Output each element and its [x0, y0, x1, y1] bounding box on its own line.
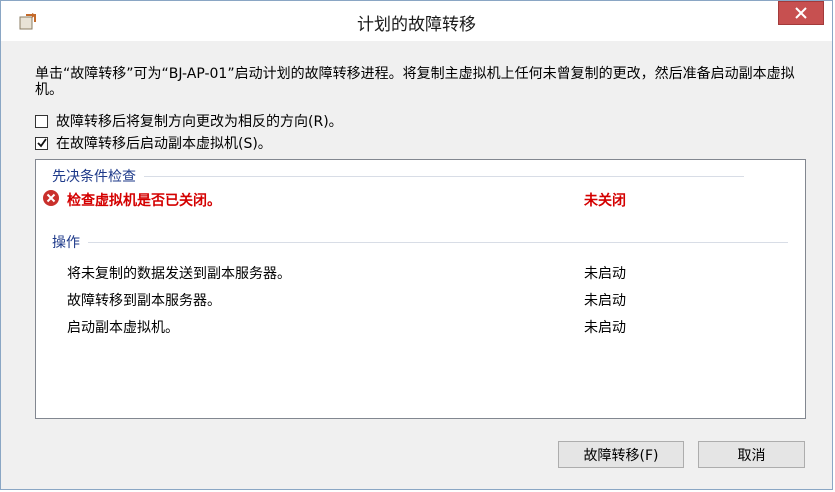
dialog-content: 单击“故障转移”可为“BJ-AP-01”启动计划的故障转移进程。将复制主虚拟机上…	[1, 41, 832, 489]
action-status: 未启动	[584, 266, 626, 282]
actions-section-header: 操作	[52, 232, 788, 252]
prereq-header-label: 先决条件检查	[52, 169, 136, 185]
prereq-section-header: 先决条件检查	[52, 166, 744, 186]
error-icon	[42, 189, 60, 207]
start-replica-checkbox[interactable]	[35, 136, 48, 150]
actions-header-label: 操作	[52, 235, 80, 251]
description-text: 单击“故障转移”可为“BJ-AP-01”启动计划的故障转移进程。将复制主虚拟机上…	[35, 66, 795, 98]
reverse-replication-option[interactable]: 故障转移后将复制方向更改为相反的方向(R)。	[35, 111, 343, 131]
close-button[interactable]	[778, 1, 824, 25]
action-status: 未启动	[584, 293, 626, 309]
section-divider	[144, 175, 744, 177]
section-divider	[88, 241, 788, 243]
prereq-label: 检查虚拟机是否已关闭。	[67, 193, 221, 209]
reverse-replication-label: 故障转移后将复制方向更改为相反的方向(R)。	[56, 114, 343, 130]
reverse-replication-checkbox[interactable]	[35, 114, 48, 128]
cancel-button[interactable]: 取消	[698, 441, 805, 468]
action-label: 将未复制的数据发送到副本服务器。	[67, 266, 291, 282]
failover-button[interactable]: 故障转移(F)	[558, 441, 684, 468]
window-title: 计划的故障转移	[357, 15, 476, 35]
start-replica-option[interactable]: 在故障转移后启动副本虚拟机(S)。	[35, 133, 272, 153]
prereq-status: 未关闭	[584, 193, 626, 209]
start-replica-label: 在故障转移后启动副本虚拟机(S)。	[56, 136, 272, 152]
status-panel: 先决条件检查 检查虚拟机是否已关闭。 未关闭 操作 将未复制的数据发送到副本服务…	[35, 159, 806, 419]
action-status: 未启动	[584, 320, 626, 336]
checkmark-icon	[37, 137, 47, 147]
failover-dialog: 计划的故障转移 单击“故障转移”可为“BJ-AP-01”启动计划的故障转移进程。…	[0, 0, 833, 490]
action-label: 故障转移到副本服务器。	[67, 293, 221, 309]
title-bar: 计划的故障转移	[1, 1, 832, 41]
close-icon	[795, 4, 807, 23]
action-label: 启动副本虚拟机。	[67, 320, 179, 336]
